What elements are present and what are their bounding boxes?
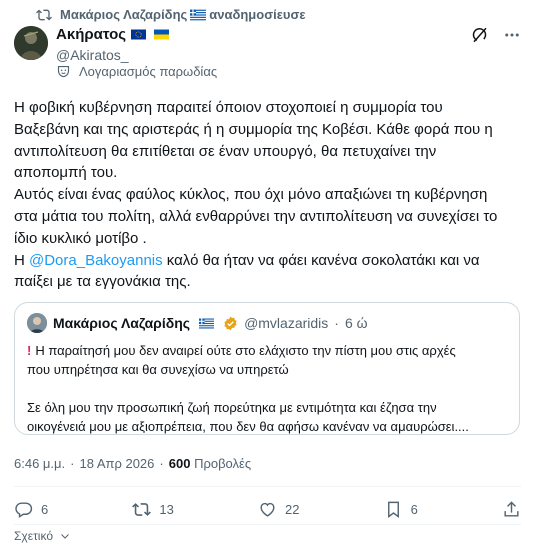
tweet-time[interactable]: 6:46 μ.μ. <box>14 456 65 471</box>
share-icon <box>504 501 519 517</box>
exclamation-icon: ! <box>27 343 32 358</box>
bookmark-count: 6 <box>410 502 418 517</box>
quote-avatar[interactable] <box>27 313 47 333</box>
repost-name[interactable]: Μακάριος Λαζαρίδης <box>60 7 187 22</box>
parody-mask-icon <box>57 65 70 78</box>
quoted-tweet[interactable]: Μακάριος Λαζαρίδης @mvlazaridis · 6 ώ ! Η… <box>14 302 520 435</box>
repost-icon <box>36 9 52 21</box>
quote-separator: · <box>334 315 339 331</box>
views-label: Προβολές <box>194 456 252 471</box>
greece-flag-icon <box>190 9 207 21</box>
parody-label: Λογαριασμός παρωδίας <box>79 64 218 79</box>
author-name-row[interactable]: Ακήρατος <box>56 26 172 43</box>
quote-header: Μακάριος Λαζαρίδης @mvlazaridis · 6 ώ <box>27 313 507 333</box>
repost-indicator[interactable]: Μακάριος Λαζαρίδης αναδημοσίευσε <box>36 6 306 24</box>
author-handle[interactable]: @Akiratos_ <box>56 47 172 63</box>
meta-separator: · <box>70 456 75 471</box>
quote-text: ! Η παραίτησή μου δεν αναιρεί ούτε στο ελ… <box>27 341 507 436</box>
divider <box>14 486 521 487</box>
repost-icon <box>132 503 152 516</box>
related-toggle[interactable]: Σχετικό <box>14 529 71 543</box>
greece-flag-icon <box>199 318 215 328</box>
quote-time[interactable]: 6 ώ <box>345 315 368 331</box>
tweet-meta: 6:46 μ.μ. · 18 Απρ 2026 · 600 Προβολές <box>14 456 251 471</box>
repost-suffix: αναδημοσίευσε <box>209 6 306 22</box>
tweet-date[interactable]: 18 Απρ 2026 <box>79 456 154 471</box>
meta-separator-2: · <box>159 456 164 471</box>
ukraine-flag-icon <box>154 29 170 40</box>
eu-flag-icon <box>131 29 147 40</box>
reply-button[interactable]: 6 <box>14 500 48 519</box>
reply-icon <box>15 502 33 518</box>
related-label: Σχετικό <box>14 529 53 543</box>
quote-author-name[interactable]: Μακάριος Λαζαρίδης <box>53 315 190 331</box>
tweet-top-actions <box>471 26 521 44</box>
reply-count: 6 <box>41 502 49 517</box>
avatar[interactable] <box>14 26 48 60</box>
quote-author-handle[interactable]: @mvlazaridis <box>244 315 328 331</box>
like-count: 22 <box>284 502 300 517</box>
quote-body: Η παραίτησή μου δεν αναιρεί ούτε στο ελά… <box>27 343 469 434</box>
author-block: Ακήρατος @Akiratos_ <box>56 26 172 63</box>
grok-icon[interactable] <box>471 26 489 44</box>
tweet-text: Η φοβική κυβέρνηση παραιτεί όποιον στοχο… <box>14 97 526 293</box>
divider <box>14 524 521 525</box>
tweet-text-part1: Η φοβική κυβέρνηση παραιτεί όποιον στοχο… <box>14 99 498 269</box>
like-button[interactable]: 22 <box>258 500 299 519</box>
share-button[interactable] <box>502 500 521 519</box>
repost-count: 13 <box>159 502 174 517</box>
bookmark-icon <box>387 501 399 519</box>
repost-button[interactable]: 13 <box>132 500 174 519</box>
parody-badge[interactable]: Λογαριασμός παρωδίας <box>56 64 217 79</box>
mention-link[interactable]: @Dora_Bakoyannis <box>29 252 163 269</box>
more-icon[interactable] <box>503 26 521 44</box>
like-icon <box>260 502 275 517</box>
views-count: 600 <box>168 456 191 471</box>
bookmark-button[interactable]: 6 <box>384 500 418 519</box>
action-bar: 6 13 22 6 <box>14 500 521 519</box>
verified-icon <box>224 316 237 330</box>
chevron-down-icon <box>61 534 69 539</box>
author-display-name[interactable]: Ακήρατος <box>56 26 126 43</box>
